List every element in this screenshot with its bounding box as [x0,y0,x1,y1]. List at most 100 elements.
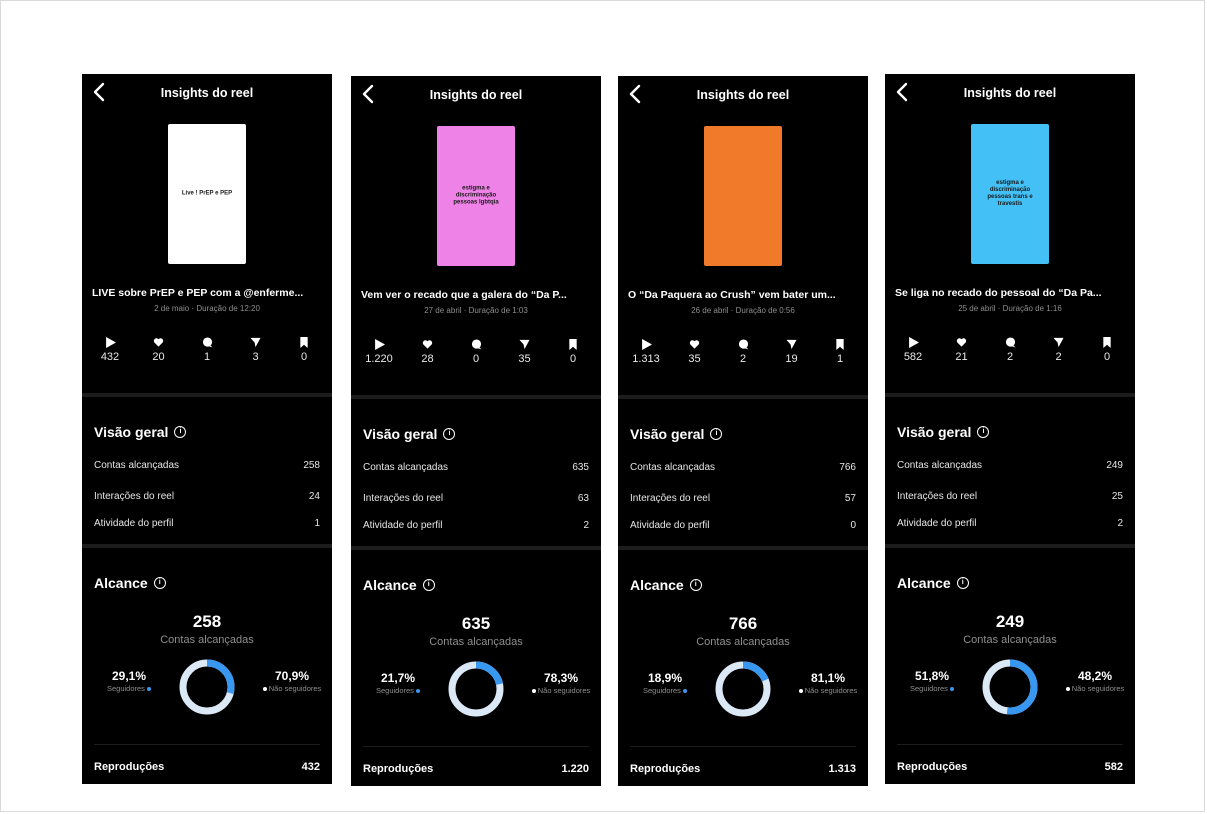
saves-count: 0 [1103,351,1111,363]
plays-stat: 1.220 [359,339,399,365]
plays-row[interactable]: Reproduções 1.220 [363,763,589,775]
overview-row-accounts[interactable]: Contas alcançadas 249 [897,460,1123,471]
comments-stat: 2 [990,337,1030,363]
overview-row-profile[interactable]: Atividade do perfil 0 [630,520,856,531]
plays-total: 432 [301,761,320,773]
overview-row-interactions[interactable]: Interações do reel 57 [630,493,856,504]
plays-label: Reproduções [897,761,968,773]
non-followers-pct: 70,9% [274,669,310,683]
overview-title: Visão geral [630,426,705,442]
reel-caption: Se liga no recado do pessoal do “Da Pa..… [895,287,1102,299]
overview-title: Visão geral [363,426,438,442]
section-divider [618,395,868,399]
followers-legend: Seguidores [632,686,698,695]
section-divider [82,544,332,548]
info-icon[interactable]: i [153,577,166,589]
non-followers-label: Não seguidores [537,686,591,695]
reel-thumbnail[interactable]: Live ! PrEP e PEP [168,124,246,264]
bookmark-icon [836,339,844,350]
reach-title: Alcance [363,577,417,593]
overview-row-accounts[interactable]: Contas alcançadas 258 [94,460,320,471]
followers-dot [416,689,421,694]
overview-value: 766 [839,462,856,473]
followers-pct: 18,9% [647,671,683,685]
saves-stat: 0 [1087,337,1127,363]
followers-legend: Seguidores [96,684,162,693]
plays-total: 582 [1104,761,1123,773]
play-icon [105,337,116,348]
reel-stats: 1.313 35 2 19 1 [626,339,860,365]
reel-stats: 582 21 2 2 0 [893,337,1127,363]
followers-label: Seguidores [375,686,414,695]
overview-row-interactions[interactable]: Interações do reel 25 [897,491,1123,502]
overview-label: Contas alcançadas [94,460,180,471]
overview-title: Visão geral [897,424,972,440]
section-divider [82,393,332,397]
shares-count: 35 [518,353,531,365]
reel-insights-panel: Insights do reel O “Da Paquera ao Crush”… [618,76,868,786]
reel-caption: LIVE sobre PrEP e PEP com a @enferme... [92,287,304,299]
reel-insights-panel: Insights do reel estigma e discriminação… [885,74,1135,784]
overview-row-profile[interactable]: Atividade do perfil 2 [897,518,1123,529]
reach-donut-chart [982,659,1038,715]
overview-row-accounts[interactable]: Contas alcançadas 766 [630,462,856,473]
section-divider [885,393,1135,397]
info-icon[interactable]: i [174,426,187,438]
plays-stat: 432 [90,337,130,363]
non-followers-legend: Não seguidores [521,686,601,695]
comments-stat: 0 [456,339,496,365]
shares-count: 2 [1055,351,1062,363]
reach-heading: Alcance i [897,575,969,591]
overview-label: Interações do reel [363,493,444,504]
non-followers-breakdown: 48,2% Não seguidores [1055,669,1135,693]
plays-row[interactable]: Reproduções 432 [94,761,320,773]
share-icon [250,337,261,348]
overview-value: 1 [314,518,320,529]
followers-breakdown: 21,7% Seguidores [365,671,431,695]
non-followers-label: Não seguidores [268,684,322,693]
header: Insights do reel [82,74,332,112]
followers-breakdown: 51,8% Seguidores [899,669,965,693]
shares-count: 3 [252,351,259,363]
overview-value: 25 [1111,491,1123,502]
info-icon[interactable]: i [689,579,702,591]
bookmark-icon [300,337,308,348]
info-icon[interactable]: i [956,577,969,589]
reel-thumbnail[interactable]: estigma e discriminação pessoas trans e … [971,124,1049,264]
comments-stat: 1 [187,337,227,363]
overview-row-interactions[interactable]: Interações do reel 63 [363,493,589,504]
reach-label: Contas alcançadas [696,636,790,648]
reel-thumbnail[interactable] [704,126,782,266]
plays-row[interactable]: Reproduções 1.313 [630,763,856,775]
non-followers-dot [798,689,803,694]
reach-heading: Alcance i [630,577,702,593]
overview-row-profile[interactable]: Atividade do perfil 2 [363,520,589,531]
reel-stats: 432 20 1 3 0 [90,337,324,363]
reach-label: Contas alcançadas [963,634,1057,646]
non-followers-dot [1065,687,1070,692]
overview-label: Atividade do perfil [94,518,174,529]
plays-label: Reproduções [363,763,434,775]
info-icon[interactable]: i [710,428,723,440]
bookmark-icon [1103,337,1111,348]
heart-icon [153,338,164,347]
reel-meta: 26 de abril · Duração de 0:56 [691,306,795,315]
info-icon[interactable]: i [443,428,456,440]
info-icon[interactable]: i [422,579,435,591]
saves-count: 0 [569,353,577,365]
reel-thumbnail[interactable]: estigma e discriminação pessoas lgbtqia [437,126,515,266]
overview-value: 258 [303,460,320,471]
page-title: Insights do reel [696,88,790,102]
reach-total: 249 [995,612,1025,631]
followers-pct: 21,7% [380,671,416,685]
followers-pct: 51,8% [914,669,950,683]
saves-stat: 1 [820,339,860,365]
thumbnail-text: estigma e discriminação pessoas lgbtqia [453,185,499,206]
overview-label: Atividade do perfil [363,520,443,531]
overview-row-interactions[interactable]: Interações do reel 24 [94,491,320,502]
info-icon[interactable]: i [977,426,990,438]
plays-row[interactable]: Reproduções 582 [897,761,1123,773]
overview-heading: Visão geral i [94,424,187,440]
overview-row-profile[interactable]: Atividade do perfil 1 [94,518,320,529]
overview-row-accounts[interactable]: Contas alcançadas 635 [363,462,589,473]
